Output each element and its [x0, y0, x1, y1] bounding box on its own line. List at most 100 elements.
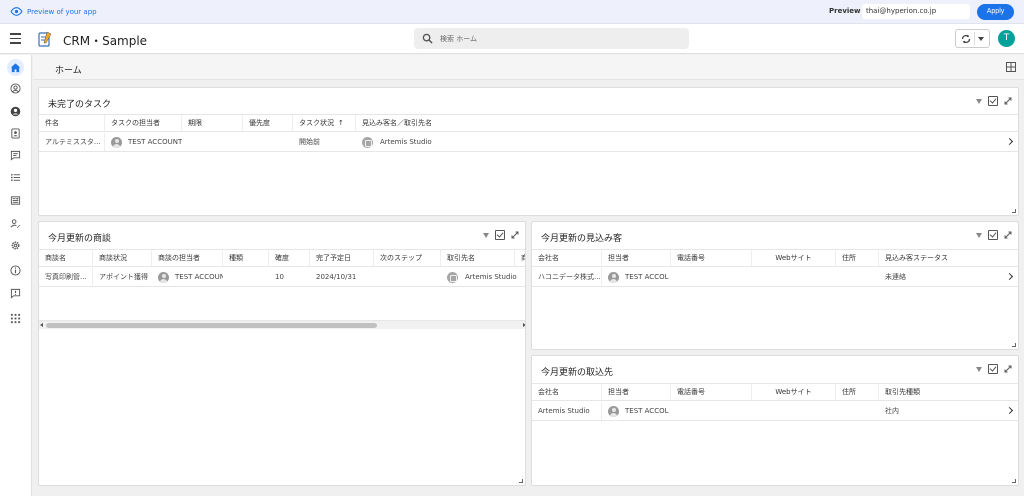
deal-probability: 10 [275, 273, 284, 281]
expand-icon[interactable] [1004, 231, 1012, 239]
apps-grid-icon[interactable] [7, 310, 24, 327]
sidebar [0, 55, 32, 496]
column-header[interactable]: 担当者 [602, 384, 671, 400]
column-header[interactable]: 住所 [836, 250, 879, 266]
column-header[interactable]: タスクの担当者 [105, 115, 182, 131]
expand-icon[interactable] [1004, 365, 1012, 373]
search-icon [422, 33, 433, 44]
resize-handle[interactable] [1012, 479, 1016, 483]
column-header[interactable]: 会社名 [532, 250, 602, 266]
column-header[interactable]: 会社名 [532, 384, 602, 400]
column-header[interactable]: 見込み客ステータス [879, 250, 1018, 266]
chevron-right-icon[interactable] [1005, 272, 1014, 281]
task-due [182, 133, 243, 151]
resize-handle[interactable] [1012, 209, 1016, 213]
search-placeholder: 検索 ホーム [440, 35, 478, 43]
deal-account: Artemis Studio [441, 268, 525, 286]
resize-handle[interactable] [1012, 343, 1016, 347]
account-circle-icon[interactable] [7, 80, 24, 97]
eye-icon [9, 5, 23, 19]
account-type: 社内 [885, 407, 899, 415]
deal-type [223, 268, 269, 286]
horizontal-scrollbar[interactable] [39, 320, 525, 329]
app-header: CRM・Sample 検索 ホーム T [0, 24, 1024, 54]
filter-icon[interactable] [976, 232, 982, 238]
settings-icon[interactable] [7, 237, 24, 254]
column-header[interactable]: 商談名 [39, 250, 93, 266]
task-owner: TEST ACCOUNT [105, 133, 182, 151]
scrollbar-thumb[interactable] [46, 323, 377, 328]
filter-icon[interactable] [483, 232, 489, 238]
layout-grid-icon[interactable] [1006, 62, 1016, 72]
filter-icon[interactable] [976, 98, 982, 104]
preview-email-input[interactable]: thai@hyperion.co.jp [862, 4, 970, 19]
home-icon[interactable] [7, 59, 24, 76]
lead-website [752, 268, 836, 286]
checkbox-icon[interactable] [988, 364, 998, 374]
checkbox-icon[interactable] [988, 96, 998, 106]
panel-title: 今月更新の商談 [48, 234, 112, 244]
column-header[interactable]: 商談状況 [93, 250, 152, 266]
chevron-right-icon[interactable] [1005, 406, 1014, 415]
column-header[interactable]: 期限 [182, 115, 243, 131]
contact-card-icon[interactable] [7, 125, 24, 142]
table-row[interactable]: アルテミススタ... TEST ACCOUNT 開始前 Artemis Stud… [39, 133, 1018, 152]
sync-button[interactable] [955, 29, 990, 48]
column-header[interactable]: 取引先名 [441, 250, 515, 266]
column-header[interactable]: 取引先種類 [879, 384, 1018, 400]
chat-icon[interactable] [7, 147, 24, 164]
menu-icon[interactable] [10, 33, 21, 44]
lead-phone [671, 268, 752, 286]
column-header[interactable]: 電話番号 [671, 384, 752, 400]
column-header[interactable]: 住所 [836, 384, 879, 400]
resize-handle[interactable] [519, 479, 523, 483]
scroll-left-icon[interactable] [40, 323, 43, 327]
person-icon[interactable] [7, 103, 24, 120]
column-header[interactable]: 商 [515, 250, 525, 266]
table-row[interactable]: ハコニデータ株式... TEST ACCOL 未連絡 [532, 268, 1018, 287]
filter-icon[interactable] [976, 366, 982, 372]
table-row[interactable]: Artemis Studio TEST ACCOL 社内 [532, 402, 1018, 421]
checkbox-icon[interactable] [495, 230, 505, 240]
newspaper-icon[interactable] [7, 192, 24, 209]
lead-address [836, 268, 879, 286]
deal-owner: TEST ACCOUN [152, 268, 223, 286]
column-header[interactable]: 完了予定日 [310, 250, 374, 266]
column-header[interactable]: 電話番号 [671, 250, 752, 266]
checkbox-icon[interactable] [988, 230, 998, 240]
user-avatar[interactable]: T [998, 30, 1015, 47]
column-header[interactable]: 種類 [223, 250, 269, 266]
table-row[interactable]: 写真印刷管... アポイント獲得 TEST ACCOUN 10 2024/10/… [39, 268, 525, 287]
column-header[interactable]: 次のステップ [374, 250, 441, 266]
column-header[interactable]: 見込み客名／取引先名 [356, 115, 1018, 131]
feedback-icon[interactable] [7, 285, 24, 302]
sync-icon [960, 33, 972, 45]
person-edit-icon[interactable] [7, 215, 24, 232]
column-header[interactable]: Webサイト [752, 384, 836, 400]
panel-title: 今月更新の取込先 [541, 368, 614, 378]
column-header[interactable]: 商談の担当者 [152, 250, 223, 266]
search-input[interactable]: 検索 ホーム [414, 28, 689, 49]
company-avatar-icon [447, 271, 458, 283]
column-header[interactable]: 優先度 [243, 115, 293, 131]
breadcrumb: ホーム [33, 55, 1024, 80]
deal-status: アポイント獲得 [99, 273, 148, 281]
task-list-icon[interactable] [7, 169, 24, 186]
sort-ascending-icon: ↑ [338, 119, 344, 127]
chevron-right-icon[interactable] [1005, 137, 1014, 146]
column-header[interactable]: 担当者 [602, 250, 671, 266]
panel-title: 未完了のタスク [48, 100, 112, 110]
scroll-right-icon[interactable] [523, 323, 525, 327]
column-header[interactable]: 件名 [39, 115, 105, 131]
apply-button[interactable]: Apply [977, 4, 1014, 20]
column-header[interactable]: Webサイト [752, 250, 836, 266]
column-header-sorted[interactable]: タスク状況 ↑ [293, 115, 356, 131]
lead-owner: TEST ACCOL [602, 268, 671, 286]
expand-icon[interactable] [511, 231, 519, 239]
column-header[interactable]: 確度 [269, 250, 310, 266]
expand-icon[interactable] [1004, 97, 1012, 105]
info-icon[interactable] [7, 262, 24, 279]
task-status: 開始前 [299, 138, 320, 146]
chevron-down-icon[interactable] [978, 37, 984, 41]
company-avatar-icon [362, 136, 373, 148]
